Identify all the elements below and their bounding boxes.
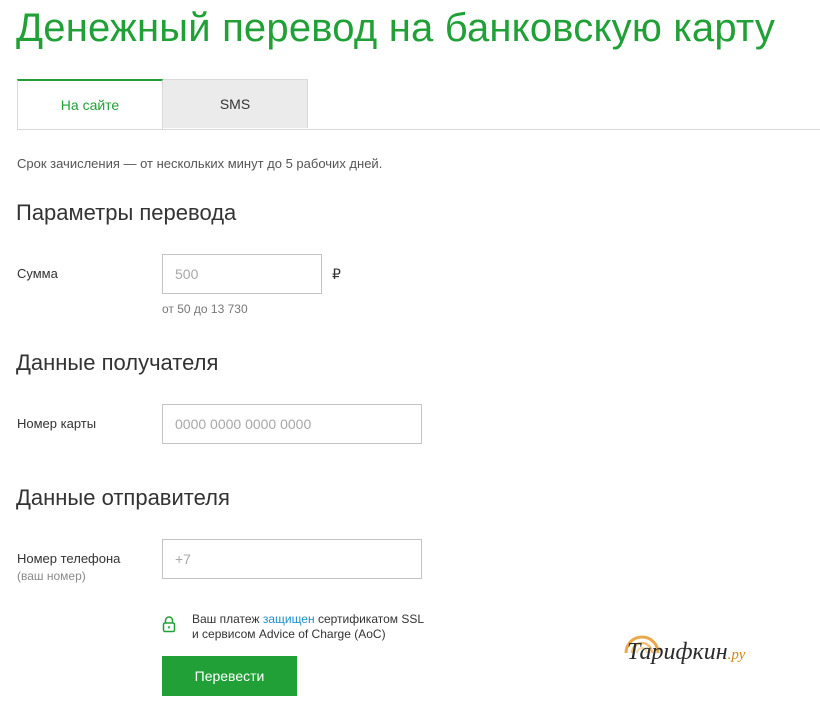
security-link[interactable]: защищен	[263, 612, 315, 626]
amount-label: Сумма	[17, 266, 58, 281]
tab-sms[interactable]: SMS	[163, 79, 308, 128]
page-title: Денежный перевод на банковскую карту	[16, 6, 776, 50]
security-text-start: Ваш платеж	[192, 612, 263, 626]
security-text-end: сертификатом SSL	[314, 612, 425, 626]
amount-range-hint: от 50 до 13 730	[162, 302, 248, 316]
section-title-recipient: Данные получателя	[16, 350, 219, 375]
card-number-label: Номер карты	[17, 416, 97, 431]
section-title-transfer-params: Параметры перевода	[16, 200, 237, 225]
tab-bar: На сайте SMS	[17, 79, 820, 130]
watermark-logo: Тарифкин.ру	[622, 627, 797, 677]
transfer-time-note: Срок зачисления — от нескольких минут до…	[17, 156, 383, 171]
lock-icon	[162, 616, 176, 633]
section-title-sender: Данные отправителя	[16, 485, 230, 510]
amount-input[interactable]	[162, 254, 322, 294]
card-number-input[interactable]	[162, 404, 422, 444]
security-text-line2: и сервисом Advice of Charge (AoC)	[192, 627, 386, 641]
phone-sublabel: (ваш номер)	[17, 569, 86, 583]
phone-label: Номер телефона	[17, 551, 121, 566]
watermark-domain: .ру	[727, 647, 746, 663]
watermark-name: Тарифкин	[627, 639, 728, 665]
submit-transfer-button[interactable]: Перевести	[162, 656, 297, 696]
security-notice: Ваш платеж защищен сертификатом SSL и се…	[192, 612, 424, 642]
currency-symbol: ₽	[332, 266, 341, 282]
phone-input[interactable]	[162, 539, 422, 579]
tab-on-site[interactable]: На сайте	[17, 79, 163, 129]
